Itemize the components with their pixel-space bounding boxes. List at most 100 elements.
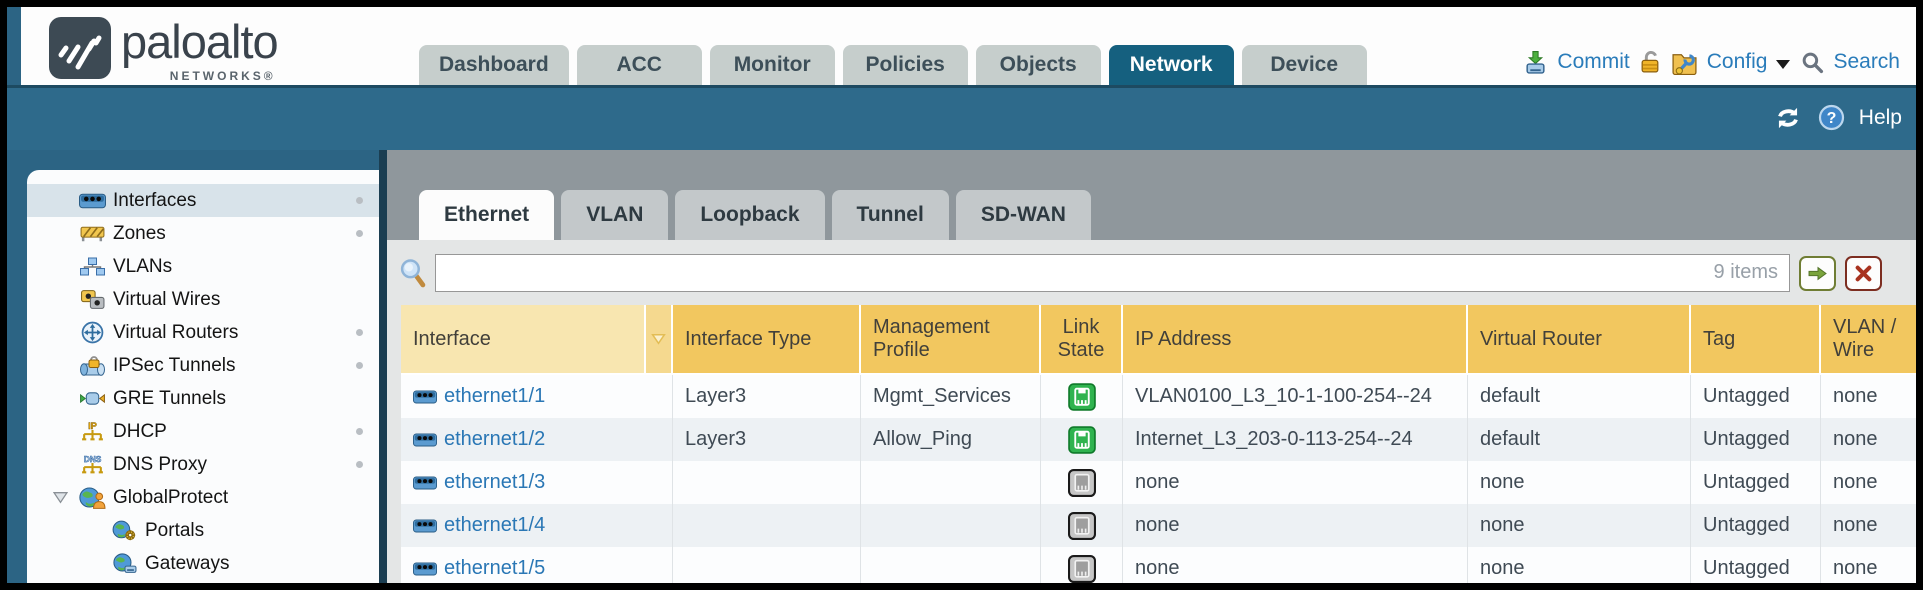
portals-icon xyxy=(111,520,137,541)
config-icon[interactable] xyxy=(1671,50,1698,75)
config-dot xyxy=(356,461,363,468)
cell-virtual-router: default xyxy=(1468,375,1691,418)
dhcp-icon: IP xyxy=(80,420,105,443)
sidebar-item-vlans[interactable]: VLANs xyxy=(27,250,379,283)
tab-dashboard[interactable]: Dashboard xyxy=(419,45,569,85)
sidebar-item-gateways[interactable]: Gateways xyxy=(27,547,379,580)
filter-input[interactable] xyxy=(435,254,1790,292)
brand-name: paloalto xyxy=(121,13,278,71)
cell-vlan-wire: none xyxy=(1821,461,1916,504)
interface-link[interactable]: ethernet1/4 xyxy=(444,514,545,537)
interfaces-table: Interface Interface Type Management Prof… xyxy=(401,305,1916,583)
tab-monitor[interactable]: Monitor xyxy=(710,45,835,85)
clear-filter-button[interactable] xyxy=(1845,256,1882,291)
top-header-band: paloalto NETWORKS® Dashboard ACC Monitor… xyxy=(21,7,1916,85)
col-header-link-state[interactable]: Link State xyxy=(1041,305,1123,373)
network-sidebar: Interfaces Zones VLANs xyxy=(27,170,379,583)
cell-link-state xyxy=(1041,418,1123,461)
sidebar-item-virtual-wires[interactable]: Virtual Wires xyxy=(27,283,379,316)
magnifier-icon xyxy=(399,258,426,288)
link-down-icon xyxy=(1068,555,1096,583)
pan-os-page: paloalto NETWORKS® Dashboard ACC Monitor… xyxy=(7,7,1916,583)
link-down-icon xyxy=(1068,469,1096,497)
cell-virtual-router: none xyxy=(1468,504,1691,547)
interface-icon xyxy=(413,476,437,490)
svg-text:?: ? xyxy=(1826,110,1836,127)
config-dot xyxy=(356,230,363,237)
main-panel: Ethernet VLAN Loopback Tunnel SD-WAN 9 i… xyxy=(387,150,1916,583)
tab-device[interactable]: Device xyxy=(1242,45,1367,85)
sidebar-item-virtual-routers[interactable]: Virtual Routers xyxy=(27,316,379,349)
tab-objects[interactable]: Objects xyxy=(976,45,1101,85)
subtab-ethernet[interactable]: Ethernet xyxy=(419,190,554,240)
cell-tag: Untagged xyxy=(1691,504,1821,547)
sidebar-item-dns-proxy[interactable]: DNS DNS Proxy xyxy=(27,448,379,481)
expander-down-icon[interactable] xyxy=(53,491,68,504)
subtab-loopback[interactable]: Loopback xyxy=(675,190,824,240)
tab-acc[interactable]: ACC xyxy=(577,45,702,85)
cell-interface-type xyxy=(673,461,861,504)
interface-link[interactable]: ethernet1/5 xyxy=(444,557,545,580)
search-button[interactable]: Search xyxy=(1833,50,1900,74)
cell-vlan-wire: none xyxy=(1821,418,1916,461)
globalprotect-icon xyxy=(78,486,106,509)
svg-text:DNS: DNS xyxy=(83,454,101,464)
cell-tag: Untagged xyxy=(1691,547,1821,583)
ethernet-content: 9 items Interface xyxy=(387,240,1916,583)
col-header-virtual-router[interactable]: Virtual Router xyxy=(1468,305,1691,373)
config-dot xyxy=(356,197,363,204)
commit-icon[interactable] xyxy=(1523,50,1548,75)
sidebar-item-interfaces[interactable]: Interfaces xyxy=(27,184,379,217)
sidebar-item-globalprotect[interactable]: GlobalProtect xyxy=(27,481,379,514)
config-dot xyxy=(356,329,363,336)
cell-interface-type: Layer3 xyxy=(673,418,861,461)
subtab-sdwan[interactable]: SD-WAN xyxy=(956,190,1091,240)
interface-link[interactable]: ethernet1/2 xyxy=(444,428,545,451)
cell-ip-address: none xyxy=(1123,547,1468,583)
caret-down-icon[interactable] xyxy=(1776,60,1790,69)
paloalto-logo-glyph xyxy=(49,17,111,79)
table-row: ethernet1/4 none none Untagged non xyxy=(401,504,1916,547)
brand-subtitle: NETWORKS® xyxy=(170,69,276,83)
cell-mgmt-profile: Allow_Ping xyxy=(861,418,1041,461)
link-down-icon xyxy=(1068,512,1096,540)
sidebar-item-zones[interactable]: Zones xyxy=(27,217,379,250)
cell-tag: Untagged xyxy=(1691,375,1821,418)
cell-tag: Untagged xyxy=(1691,461,1821,504)
config-menu[interactable]: Config xyxy=(1707,50,1768,74)
cell-ip-address: none xyxy=(1123,504,1468,547)
interface-icon xyxy=(413,433,437,447)
sidebar-item-dhcp[interactable]: IP DHCP xyxy=(27,415,379,448)
interface-link[interactable]: ethernet1/3 xyxy=(444,471,545,494)
panel-divider xyxy=(379,150,387,583)
search-icon[interactable] xyxy=(1801,51,1824,74)
tab-policies[interactable]: Policies xyxy=(843,45,968,85)
col-header-ip-address[interactable]: IP Address xyxy=(1123,305,1468,373)
help-icon[interactable]: ? xyxy=(1818,104,1845,131)
tab-network[interactable]: Network xyxy=(1109,45,1234,85)
column-menu-button[interactable] xyxy=(646,305,673,373)
sidebar-item-ipsec-tunnels[interactable]: IPSec Tunnels xyxy=(27,349,379,382)
sidebar-item-portals[interactable]: Portals xyxy=(27,514,379,547)
col-header-vlan-wire[interactable]: VLAN / Wire xyxy=(1821,305,1916,373)
apply-filter-button[interactable] xyxy=(1799,256,1836,291)
refresh-icon[interactable] xyxy=(1772,105,1804,131)
col-header-tag[interactable]: Tag xyxy=(1691,305,1821,373)
subtab-tunnel[interactable]: Tunnel xyxy=(832,190,949,240)
interfaces-icon xyxy=(79,193,106,209)
help-label[interactable]: Help xyxy=(1859,106,1902,130)
interface-link[interactable]: ethernet1/1 xyxy=(444,385,545,408)
vlans-icon xyxy=(79,257,106,277)
zones-icon xyxy=(79,224,106,243)
lock-icon[interactable] xyxy=(1639,50,1662,75)
interface-subtabs: Ethernet VLAN Loopback Tunnel SD-WAN xyxy=(419,190,1091,240)
cell-vlan-wire: none xyxy=(1821,547,1916,583)
table-row: ethernet1/2 Layer3 Allow_Ping Internet_L… xyxy=(401,418,1916,461)
commit-button[interactable]: Commit xyxy=(1557,50,1629,74)
cell-mgmt-profile: Mgmt_Services xyxy=(861,375,1041,418)
col-header-interface[interactable]: Interface xyxy=(401,305,646,373)
sidebar-item-gre-tunnels[interactable]: GRE Tunnels xyxy=(27,382,379,415)
col-header-management-profile[interactable]: Management Profile xyxy=(861,305,1041,373)
subtab-vlan[interactable]: VLAN xyxy=(561,190,668,240)
col-header-interface-type[interactable]: Interface Type xyxy=(673,305,861,373)
